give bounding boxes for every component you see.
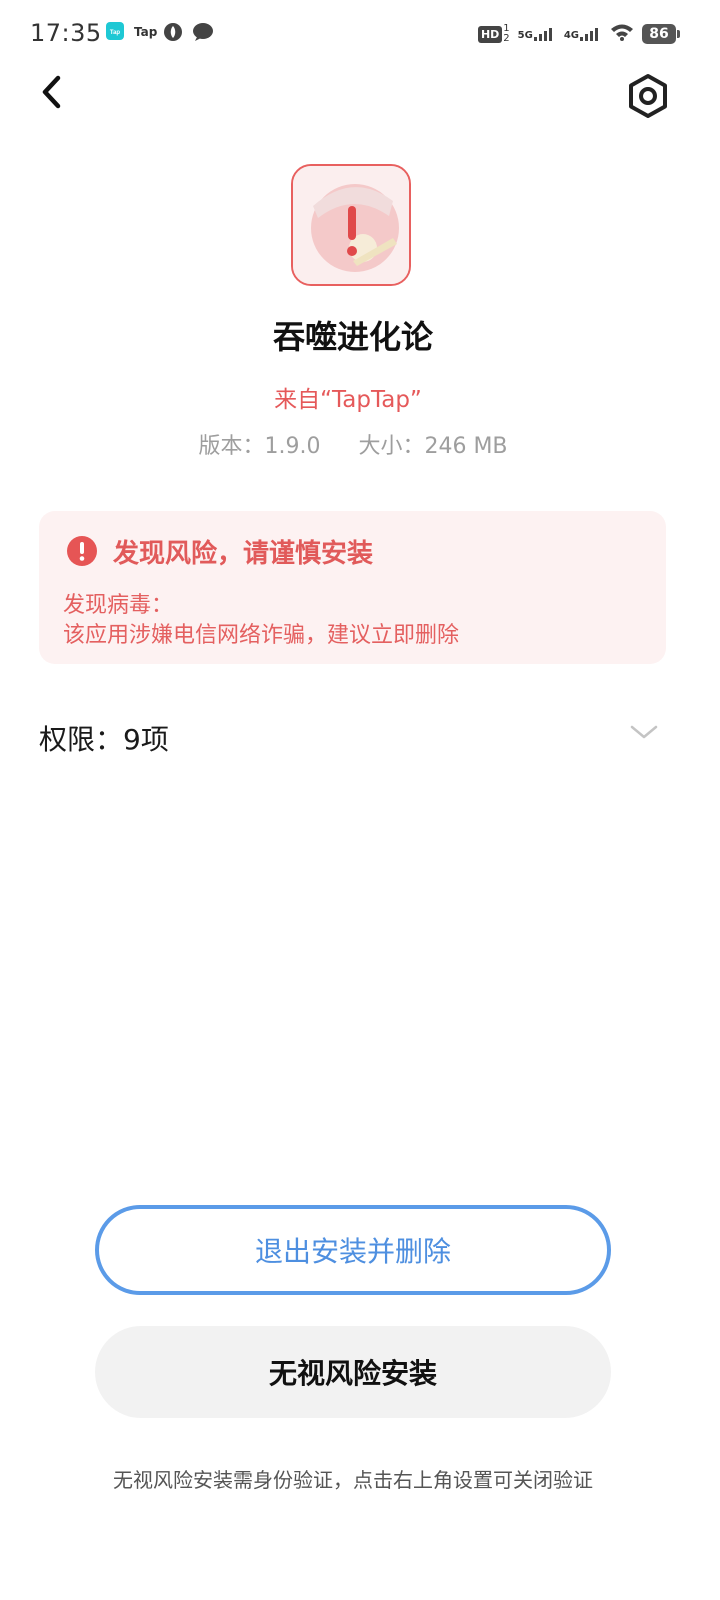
back-button[interactable]: [30, 70, 74, 114]
app-meta: 版本：1.9.0 大小：246 MB: [0, 428, 706, 460]
bug-icon: [163, 22, 183, 46]
hd-icon: HD 12: [477, 24, 510, 44]
status-bar: 17:35 Tap Tap HD 12 5G 4G 86: [0, 0, 720, 68]
signal-5g-icon: 5G: [518, 27, 556, 41]
permissions-row[interactable]: 权限：9项: [39, 700, 666, 774]
ignore-risk-install-button[interactable]: 无视风险安装: [95, 1326, 611, 1418]
risk-detail-line-2: 该应用涉嫌电信网络诈骗，建议立即删除: [63, 623, 460, 648]
taptap-app-icon: Tap: [106, 22, 124, 44]
app-source: 来自“TapTap”: [274, 387, 422, 413]
verification-footnote: 无视风险安装需身份验证，点击右上角设置可关闭验证: [113, 1468, 593, 1492]
battery-icon: 86: [642, 24, 680, 44]
app-version: 版本：1.9.0: [198, 434, 321, 459]
exit-and-delete-button[interactable]: 退出安装并删除: [95, 1205, 611, 1295]
settings-icon: [629, 74, 667, 118]
svg-text:Tap: Tap: [110, 30, 121, 36]
status-right: HD 12 5G 4G 86: [477, 22, 680, 46]
app-name: 吞噬进化论: [272, 318, 433, 356]
app-size: 大小：246 MB: [358, 434, 508, 459]
risk-detail-line-1: 发现病毒：: [63, 593, 174, 618]
risk-title: 发现风险，请谨慎安装: [113, 539, 374, 569]
chevron-down-icon: [630, 724, 658, 744]
signal-4g-icon: 4G: [564, 27, 602, 41]
tap-icon: Tap: [134, 25, 158, 39]
install-risk-screen: 17:35 Tap Tap HD 12 5G 4G 86 吞噬进化论 来自“Ta…: [0, 0, 720, 1600]
warning-icon: [67, 536, 97, 566]
risk-warning-panel: 发现风险，请谨慎安装 发现病毒： 该应用涉嫌电信网络诈骗，建议立即删除: [39, 511, 666, 664]
app-icon: [291, 164, 411, 286]
chat-bubble-icon: [192, 22, 214, 46]
permissions-label: 权限：9项: [39, 723, 169, 756]
back-arrow-icon: [42, 75, 61, 109]
status-time: 17:35: [30, 19, 102, 47]
settings-button[interactable]: [624, 72, 672, 120]
wifi-icon: [610, 23, 634, 45]
